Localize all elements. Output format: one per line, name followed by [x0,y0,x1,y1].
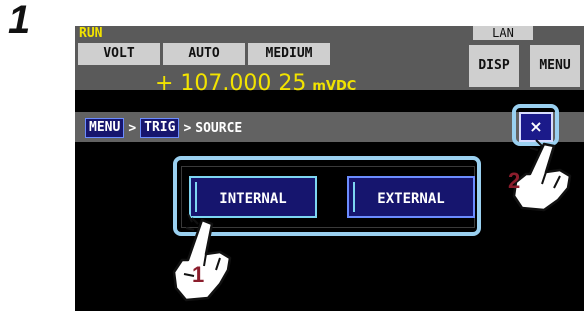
breadcrumb-separator: > [183,120,192,136]
run-indicator: RUN [79,26,103,41]
function-volt-button[interactable]: VOLT [78,43,160,65]
internal-button[interactable]: INTERNAL [189,176,317,218]
breadcrumb-menu[interactable]: MENU [85,118,125,138]
callout-2-label: 2 [508,168,520,193]
measurement-reading: + 107.000 25 mVDC [155,71,356,96]
breadcrumb-current: SOURCE [195,120,243,136]
mode-row: VOLT AUTO MEDIUM [78,43,330,65]
pointing-hand-icon: 2 [508,139,572,212]
speed-medium-button[interactable]: MEDIUM [248,43,330,65]
range-auto-button[interactable]: AUTO [163,43,245,65]
breadcrumb-separator: > [128,120,137,136]
top-status-bar: RUN LAN VOLT AUTO MEDIUM + 107.000 25 mVD… [75,26,584,96]
pointing-hand-icon: 1 [172,214,232,302]
callout-1-label: 1 [192,262,204,287]
menu-button[interactable]: MENU [530,45,580,87]
external-button[interactable]: EXTERNAL [347,176,475,218]
disp-button[interactable]: DISP [469,45,519,87]
reading-value: + 107.000 25 [155,71,307,96]
breadcrumb-trig[interactable]: TRIG [140,118,180,138]
reading-unit: mVDC [312,79,357,94]
lan-indicator: LAN [473,26,533,40]
step-number: 1 [8,0,31,42]
